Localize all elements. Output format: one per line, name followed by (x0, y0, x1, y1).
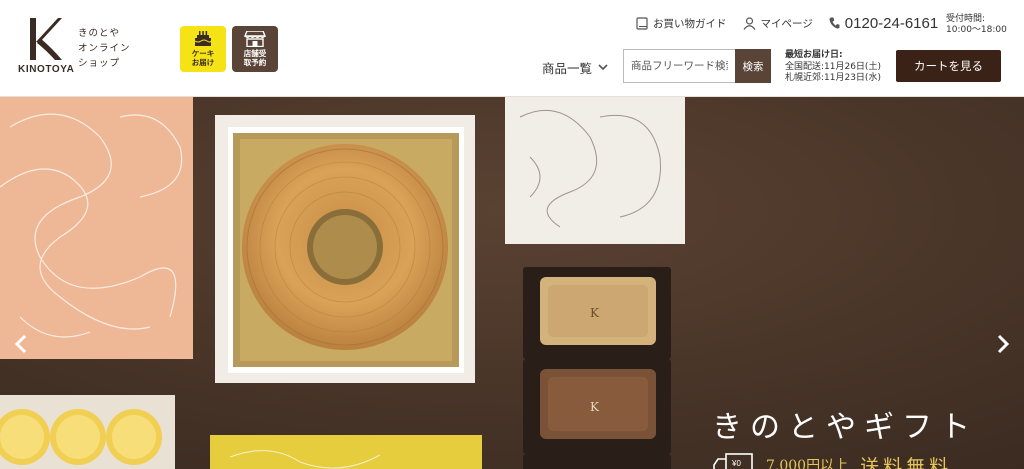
hero-slider[interactable]: K K きのとやギフト ¥0 7,000円以上 送料無料 (0, 97, 1024, 469)
cookie-mark: K (590, 306, 600, 320)
logo-wordmark: KINOTOYA (18, 64, 75, 75)
site-header: KINOTOYA きのとや オンライン ショップ ケーキ お届け 店舗受 取予約 (0, 0, 1024, 97)
product-list-label: 商品一覧 (542, 61, 593, 76)
search-input[interactable] (623, 49, 735, 83)
logo-jp-line: きのとや (78, 28, 121, 39)
delivery-truck-icon: ¥0 (713, 453, 753, 469)
phone-icon (829, 17, 840, 29)
cake-delivery-button[interactable]: ケーキ お届け (180, 26, 226, 72)
book-icon (636, 16, 648, 30)
shopping-guide-link[interactable]: お買い物ガイド (636, 16, 727, 31)
cookie-mark: K (590, 400, 600, 414)
chevron-right-icon (997, 334, 1010, 354)
hours-value: 10:00〜18:00 (946, 25, 1007, 35)
kinotoya-logo[interactable]: KINOTOYA きのとや オンライン ショップ (18, 16, 148, 78)
business-hours: 受付時間: 10:00〜18:00 (946, 14, 1007, 36)
shopping-guide-label: お買い物ガイド (653, 17, 727, 30)
phone-link[interactable]: 0120-24-6161 (829, 15, 952, 32)
previous-slide-arrow[interactable] (8, 329, 34, 359)
header-top-links: お買い物ガイド マイページ 0120-24-6161 (636, 14, 968, 32)
delivery-sapporo: 札幌近郊:11月23日(水) (785, 73, 881, 83)
mypage-link[interactable]: マイページ (743, 16, 813, 31)
truck-badge-text: ¥0 (731, 459, 741, 468)
mypage-label: マイページ (760, 17, 813, 30)
delivery-info: 最短お届け日: 全国配送:11月26日(土) 札幌近郊:11月23日(水) (785, 50, 881, 85)
promo-free-shipping: 送料無料 (860, 455, 953, 469)
phone-number: 0120-24-6161 (844, 14, 939, 32)
logo-k-mark (30, 18, 62, 60)
cake-tile-label: ケーキ (191, 49, 215, 58)
hero-title: きのとやギフト (712, 410, 978, 445)
chevron-left-icon (14, 334, 27, 354)
free-shipping-promo: ¥0 7,000円以上 送料無料 (712, 450, 952, 469)
promo-price: 7,000円以上 (766, 458, 849, 469)
cake-icon (194, 31, 212, 46)
view-cart-button[interactable]: カートを見る (896, 50, 1001, 82)
logo-jp-line: オンライン (78, 43, 131, 54)
logo-japanese-name: きのとや オンライン ショップ (78, 26, 131, 71)
user-icon (743, 16, 755, 30)
search-button[interactable]: 検索 (735, 49, 771, 83)
store-tile-label: 店舗受 (243, 49, 267, 58)
search-form: 検索 (623, 49, 771, 83)
hours-label: 受付時間: (946, 14, 986, 24)
store-icon (244, 31, 266, 47)
delivery-title: 最短お届け日: (785, 50, 843, 60)
chevron-down-icon (598, 64, 608, 71)
delivery-nationwide: 全国配送:11月26日(土) (785, 61, 881, 72)
next-slide-arrow[interactable] (990, 329, 1016, 359)
store-pickup-button[interactable]: 店舗受 取予約 (232, 26, 278, 72)
cake-tile-label: お届け (191, 58, 215, 67)
logo-jp-line: ショップ (78, 58, 121, 69)
product-list-menu[interactable]: 商品一覧 (542, 58, 608, 77)
store-tile-label: 取予約 (243, 58, 267, 67)
